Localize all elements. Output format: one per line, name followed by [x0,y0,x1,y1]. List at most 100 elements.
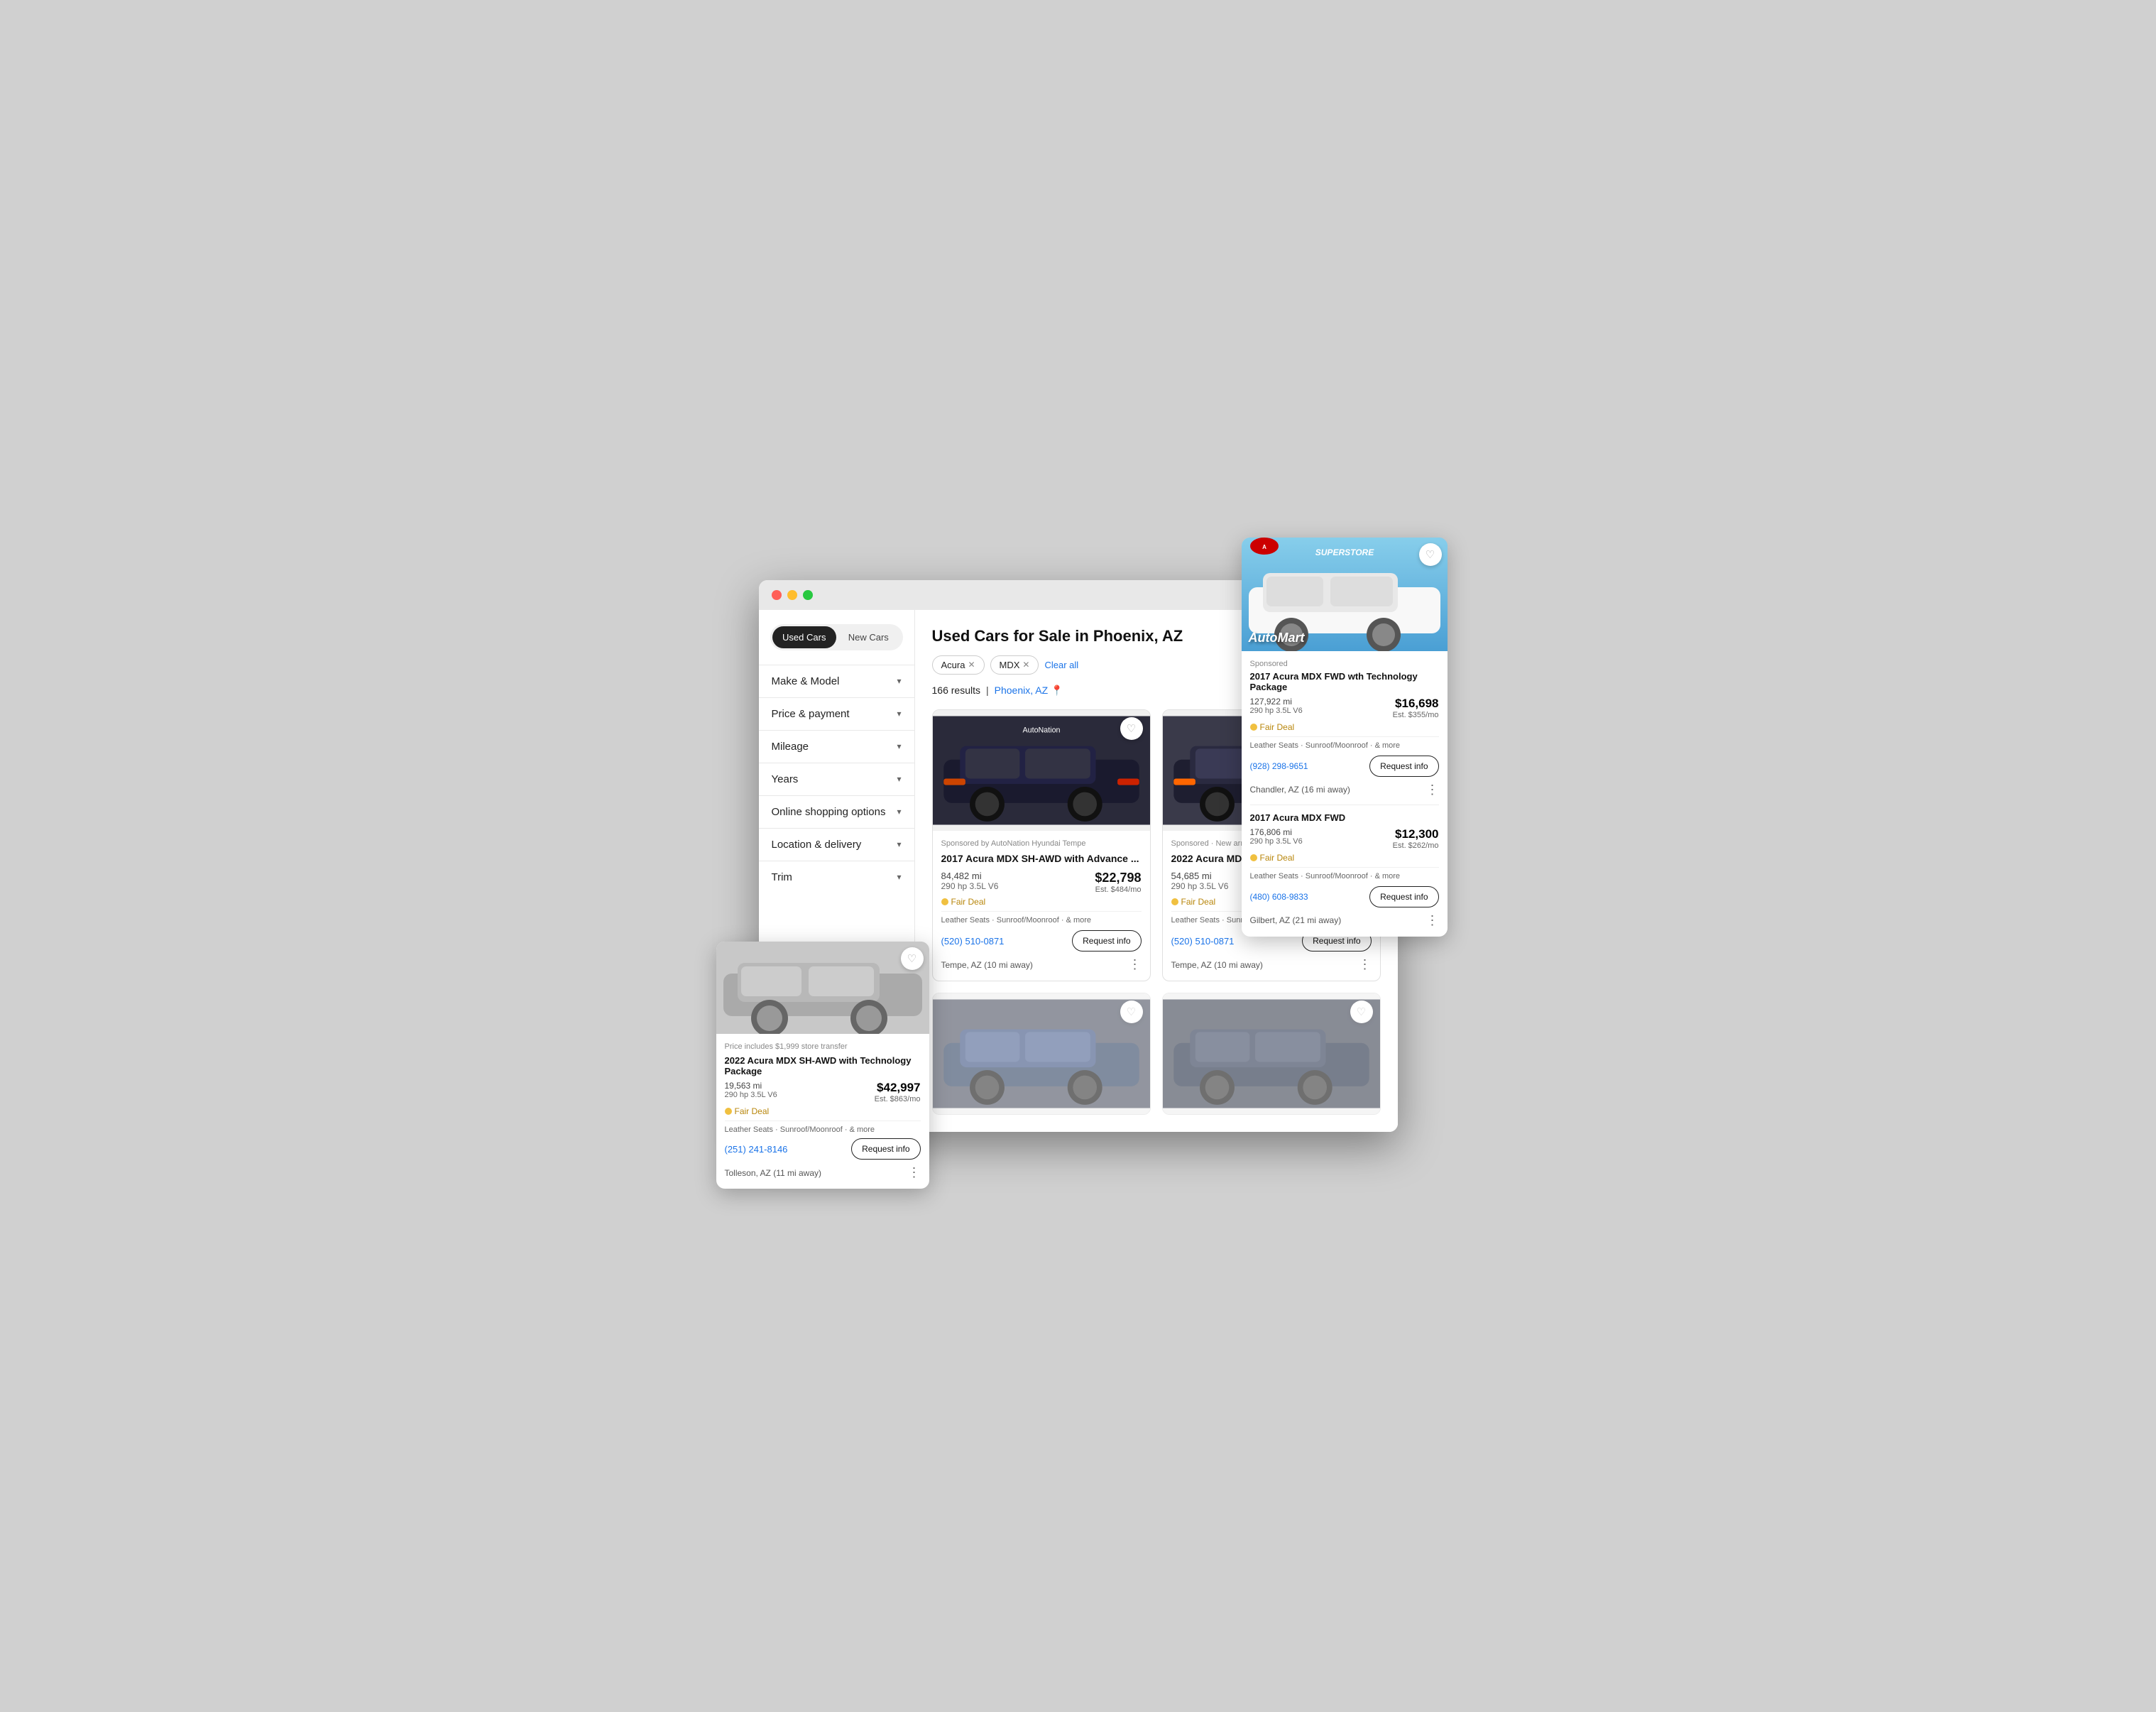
frc-price: $16,698 [1393,697,1439,711]
heart-btn-floating-left[interactable]: ♡ [901,947,924,970]
request-btn-1[interactable]: Request info [1072,930,1141,952]
frc-car2-name: 2017 Acura MDX FWD [1250,812,1439,823]
location-label: Phoenix, AZ [995,685,1049,696]
more-options-icon-1[interactable]: ⋮ [1129,957,1142,972]
fc-request-btn[interactable]: Request info [851,1138,920,1160]
acura-filter-tag[interactable]: Acura ✕ [932,655,985,675]
heart-btn-floating-right[interactable]: ♡ [1419,543,1442,566]
tab-used-cars[interactable]: Used Cars [772,626,837,648]
frc-features: Leather Seats · Sunroof/Moonroof · & mor… [1250,736,1439,750]
fc-features: Leather Seats · Sunroof/Moonroof · & mor… [725,1121,921,1134]
fc-footer: (251) 241-8146 Request info [725,1138,921,1160]
frc-car2-est-monthly: Est. $262/mo [1393,841,1439,850]
fc-deal-label: Fair Deal [735,1106,770,1116]
car-image-4: ♡ [1163,993,1380,1114]
phone-link-1[interactable]: (520) 510-0871 [941,936,1005,947]
mdx-filter-tag[interactable]: MDX ✕ [990,655,1039,675]
acura-tag-close-icon[interactable]: ✕ [968,660,975,670]
chevron-location-icon: ▾ [897,839,901,849]
car-card-4[interactable]: ♡ [1162,993,1381,1115]
mdx-tag-close-icon[interactable]: ✕ [1022,660,1029,670]
fc-car-name: 2022 Acura MDX SH-AWD with Technology Pa… [725,1055,921,1076]
filter-online-shopping[interactable]: Online shopping options ▾ [759,795,914,828]
car-location-2: Tempe, AZ (10 mi away) [1171,960,1263,970]
tab-new-cars[interactable]: New Cars [836,626,901,648]
automart-label: AutoMart [1249,631,1305,645]
fc-phone-link[interactable]: (251) 241-8146 [725,1144,788,1155]
frc-deal-label: Fair Deal [1260,722,1295,732]
frc-engine: 290 hp 3.5L V6 [1250,707,1303,715]
car-card-1[interactable]: AutoNation ♡ Sponsored by AutoNation Hyu… [932,709,1151,981]
frc-body: Sponsored 2017 Acura MDX FWD wth Technol… [1242,651,1448,937]
frc-request-btn[interactable]: Request info [1369,756,1438,777]
frc-image: SUPERSTORE A ♡ AutoMart [1242,538,1448,651]
browser-window: Used Cars New Cars Make & Model ▾ Price … [759,580,1398,1132]
tab-switcher: Used Cars New Cars [770,624,903,650]
sponsor-text-1: Sponsored by AutoNation Hyundai Tempe [941,839,1142,848]
store-transfer-note: Price includes $1,999 store transfer [725,1042,921,1051]
filter-location-delivery[interactable]: Location & delivery ▾ [759,828,914,861]
car-card-body-1: Sponsored by AutoNation Hyundai Tempe 20… [933,831,1150,981]
car-mileage-1: 84,482 mi [941,871,999,881]
deal-dot-2 [1171,898,1178,905]
frc-car2-price-row: 176,806 mi 290 hp 3.5L V6 $12,300 Est. $… [1250,827,1439,850]
fc-more-icon[interactable]: ⋮ [908,1165,921,1180]
filter-make-model[interactable]: Make & Model ▾ [759,665,914,697]
frc-car-name: 2017 Acura MDX FWD wth Technology Packag… [1250,671,1439,692]
filter-price-payment[interactable]: Price & payment ▾ [759,697,914,730]
fc-deal-badge: Fair Deal [725,1106,921,1116]
chevron-make-model-icon: ▾ [897,676,901,686]
car-card-3[interactable]: ♡ [932,993,1151,1115]
heart-btn-1[interactable]: ♡ [1120,717,1143,740]
location-footer-1: Tempe, AZ (10 mi away) ⋮ [941,957,1142,972]
svg-text:AutoNation: AutoNation [1022,726,1060,734]
filter-years[interactable]: Years ▾ [759,763,914,795]
car-price-row-1: 84,482 mi 290 hp 3.5L V6 $22,798 Est. $4… [941,871,1142,894]
floating-card-left-image: ♡ [716,942,929,1034]
mdx-tag-label: MDX [1000,660,1020,670]
chevron-online-icon: ▾ [897,807,901,817]
frc-phone-link[interactable]: (928) 298-9651 [1250,761,1308,771]
frc-car2-footer: (480) 608-9833 Request info [1250,886,1439,907]
frc-car2-request-btn[interactable]: Request info [1369,886,1438,907]
clear-all-link[interactable]: Clear all [1044,660,1078,670]
frc-mileage: 127,922 mi [1250,697,1303,707]
frc-car2-more-icon[interactable]: ⋮ [1426,913,1439,928]
heart-btn-3[interactable]: ♡ [1120,1001,1143,1023]
frc-car2-price: $12,300 [1393,827,1439,841]
chevron-price-icon: ▾ [897,709,901,719]
car-footer-1: (520) 510-0871 Request info [941,930,1142,952]
frc-sponsored: Sponsored [1250,660,1439,668]
frc-car2-section: 2017 Acura MDX FWD 176,806 mi 290 hp 3.5… [1250,805,1439,928]
minimize-button[interactable] [787,590,797,600]
frc-car2-deal-badge: Fair Deal [1250,853,1439,863]
frc-car2-features: Leather Seats · Sunroof/Moonroof · & mor… [1250,867,1439,880]
maximize-button[interactable] [803,590,813,600]
frc-footer: (928) 298-9651 Request info [1250,756,1439,777]
fc-price-row: 19,563 mi 290 hp 3.5L V6 $42,997 Est. $8… [725,1081,921,1103]
fc-mileage: 19,563 mi [725,1081,777,1091]
chevron-mileage-icon: ▾ [897,741,901,751]
deal-label-1: Fair Deal [951,897,986,907]
filter-mileage[interactable]: Mileage ▾ [759,730,914,763]
frc-car2-engine: 290 hp 3.5L V6 [1250,837,1303,846]
floating-card-left: ♡ Price includes $1,999 store transfer 2… [716,942,929,1189]
close-button[interactable] [772,590,782,600]
results-count: 166 results [932,685,980,696]
phone-link-2[interactable]: (520) 510-0871 [1171,936,1235,947]
frc-car2-phone[interactable]: (480) 608-9833 [1250,892,1308,902]
location-footer-2: Tempe, AZ (10 mi away) ⋮ [1171,957,1372,972]
frc-more-icon[interactable]: ⋮ [1426,783,1439,797]
location-link[interactable]: Phoenix, AZ 📍 [995,685,1063,697]
car-image-1: AutoNation ♡ [933,710,1150,831]
chevron-trim-icon: ▾ [897,872,901,882]
frc-deal-badge: Fair Deal [1250,722,1439,732]
more-options-icon-2[interactable]: ⋮ [1359,957,1372,972]
car-image-3: ♡ [933,993,1150,1114]
car-engine-1: 290 hp 3.5L V6 [941,881,999,891]
heart-btn-4[interactable]: ♡ [1350,1001,1373,1023]
frc-est-monthly: Est. $355/mo [1393,711,1439,719]
filter-trim[interactable]: Trim ▾ [759,861,914,893]
frc-car2-mileage: 176,806 mi [1250,827,1303,837]
acura-tag-label: Acura [941,660,965,670]
